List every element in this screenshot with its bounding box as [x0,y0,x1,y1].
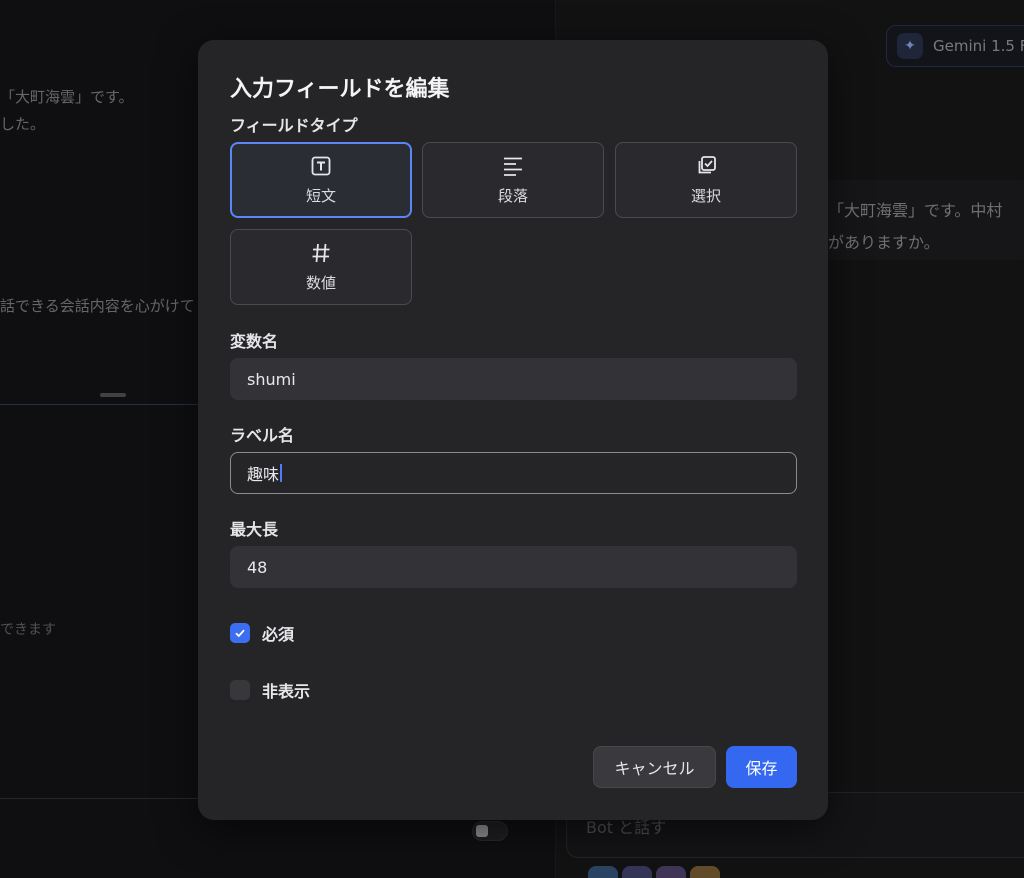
variable-name-label: 変数名 [230,332,279,351]
text-caret [280,464,283,482]
edit-input-field-dialog: 入力フィールドを編集 フィールドタイプ 短文 段落 選択 数値 変数名 shum… [198,40,828,820]
hidden-checkbox-row[interactable]: 非表示 [230,678,310,702]
field-type-label-text: 選択 [690,186,721,205]
hidden-checkbox[interactable] [230,680,250,700]
required-label: 必須 [262,625,295,644]
field-type-label-text: 段落 [497,186,528,205]
checkmark-icon [235,629,245,638]
text-box-icon [311,156,331,175]
app-stage: 「大町海雲」です。 した。 話できる会話内容を心がけて できます ✦ Gemin… [0,0,1024,878]
variable-name-input[interactable]: shumi [230,358,797,400]
variable-name-value: shumi [247,369,296,389]
max-length-input[interactable]: 48 [230,546,797,588]
label-name-input[interactable]: 趣味 [230,452,797,494]
paragraph-lines-icon [504,157,522,176]
save-button[interactable]: 保存 [726,746,797,788]
label-name-label: ラベル名 [230,426,295,445]
field-type-label: フィールドタイプ [230,116,358,135]
field-type-number[interactable]: 数値 [230,229,412,305]
select-check-icon [698,155,716,173]
hash-icon [312,243,330,262]
cancel-button[interactable]: キャンセル [593,746,716,788]
required-checkbox[interactable] [230,623,250,643]
field-type-label-text: 短文 [305,186,336,205]
required-checkbox-row[interactable]: 必須 [230,621,294,645]
max-length-label: 最大長 [230,520,279,539]
field-type-short-text[interactable]: 短文 [230,142,412,218]
field-type-paragraph[interactable]: 段落 [422,142,604,218]
max-length-value: 48 [247,557,268,577]
dialog-title: 入力フィールドを編集 [230,77,450,102]
field-type-select[interactable]: 選択 [615,142,797,218]
label-name-value: 趣味 [247,465,280,484]
field-type-label-text: 数値 [305,273,336,292]
hidden-label: 非表示 [262,682,311,701]
